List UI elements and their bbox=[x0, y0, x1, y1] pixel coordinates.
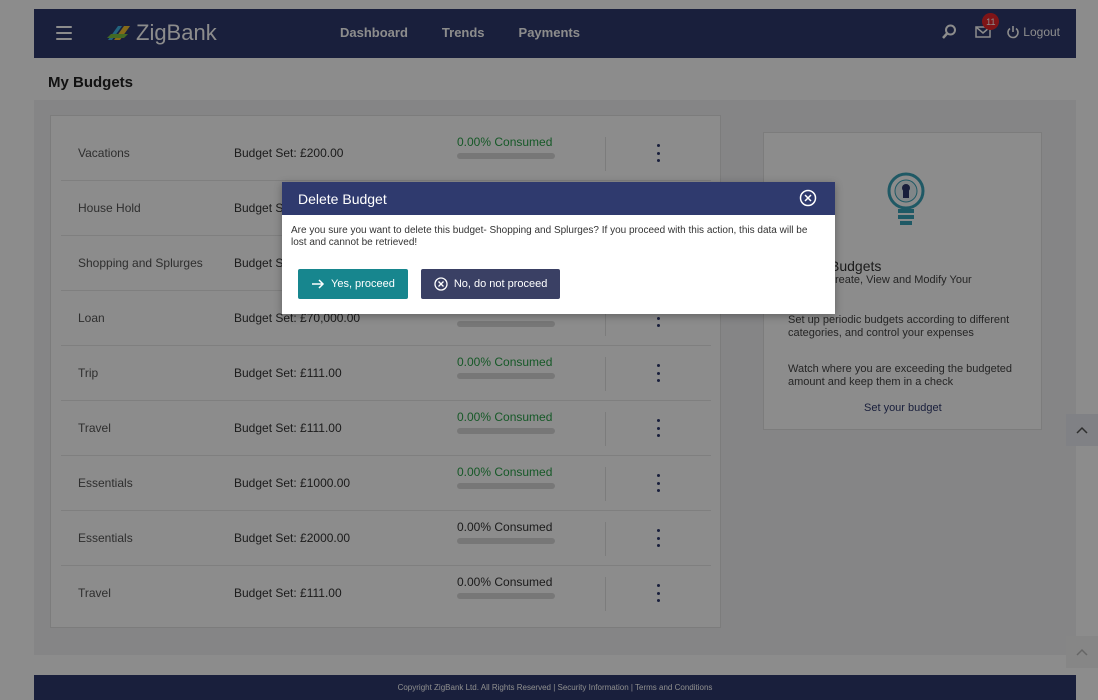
yes-proceed-button[interactable]: Yes, proceed bbox=[298, 269, 408, 299]
arrow-right-icon bbox=[312, 279, 325, 289]
no-proceed-button[interactable]: No, do not proceed bbox=[420, 269, 561, 299]
delete-budget-dialog: Delete Budget Are you sure you want to d… bbox=[282, 182, 835, 314]
close-icon[interactable] bbox=[799, 189, 817, 207]
modal-backdrop bbox=[0, 0, 1098, 700]
cancel-circle-icon bbox=[434, 277, 448, 291]
yes-proceed-label: Yes, proceed bbox=[331, 278, 395, 290]
dialog-actions: Yes, proceed No, do not proceed bbox=[298, 269, 561, 299]
dialog-header: Delete Budget bbox=[282, 182, 835, 215]
dialog-message: Are you sure you want to delete this bud… bbox=[291, 225, 808, 248]
no-proceed-label: No, do not proceed bbox=[453, 278, 548, 290]
dialog-title: Delete Budget bbox=[298, 190, 387, 207]
